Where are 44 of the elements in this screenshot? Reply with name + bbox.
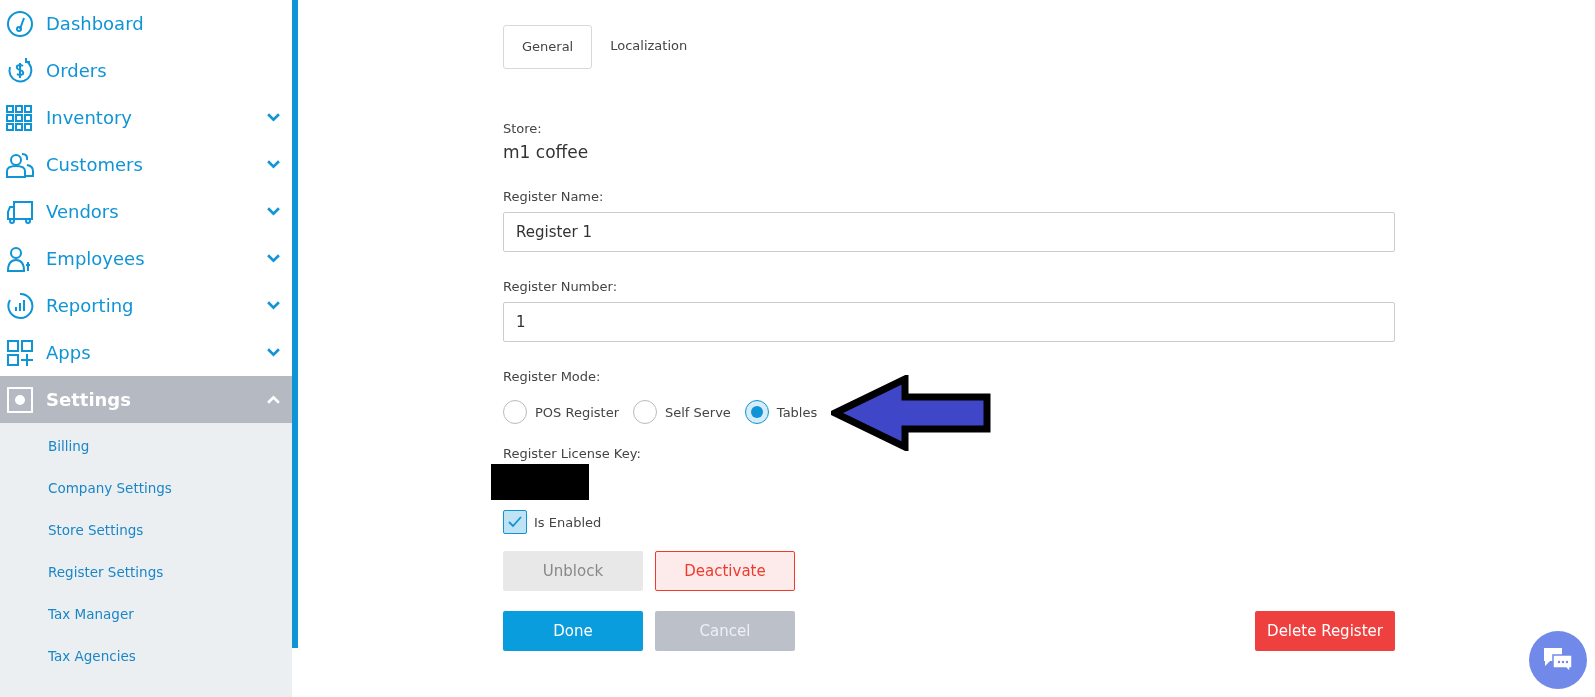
submenu-item[interactable]: Tax Agencies [0, 635, 292, 677]
gauge-icon [6, 9, 34, 38]
field-label: Register Mode: [503, 369, 602, 384]
field-label: Register Name: [503, 189, 605, 204]
submenu-item[interactable]: Register Settings [0, 551, 292, 593]
dollar-refresh-icon [6, 56, 34, 85]
input-field[interactable]: 1 [503, 302, 1395, 342]
field-label: Register Number: [503, 279, 619, 294]
tab[interactable]: Localization [592, 25, 706, 67]
submenu-item[interactable]: Company Settings [0, 467, 292, 509]
sidebar-item[interactable]: Apps [0, 329, 292, 376]
field-label: Register License Key: [503, 446, 642, 461]
input-field[interactable]: Register 1 [503, 212, 1395, 252]
submenu-item[interactable]: Billing [0, 425, 292, 467]
checkbox-label: Is Enabled [534, 514, 602, 530]
sidebar-item[interactable]: Orders [0, 47, 292, 94]
settings-icon [6, 385, 34, 414]
submenu-item[interactable]: Store Settings [0, 509, 292, 551]
radio-label: Tables [776, 404, 818, 420]
field-label: Store: [503, 121, 543, 136]
action-button[interactable]: Unblock [503, 551, 643, 591]
radio-label: POS Register [535, 404, 619, 420]
sidebar-item[interactable]: Reporting [0, 282, 292, 329]
chart-circle-icon [6, 291, 34, 320]
apps-add-icon [6, 338, 34, 367]
radio-label: Self Serve [665, 404, 731, 420]
sidebar-item[interactable]: Customers [0, 141, 292, 188]
sidebar-item[interactable]: Inventory [0, 94, 292, 141]
form-button[interactable]: Done [503, 611, 643, 651]
tab[interactable]: General [503, 25, 593, 69]
sidebar-item[interactable]: Employees [0, 235, 292, 282]
radio-button[interactable] [744, 400, 769, 424]
chat-button[interactable] [1529, 631, 1587, 689]
sidebar-item[interactable]: Settings [0, 376, 292, 423]
grid-icon [6, 103, 34, 132]
check-icon [508, 516, 522, 528]
users-icon [6, 150, 34, 179]
checkbox[interactable] [503, 510, 527, 534]
form-button[interactable]: Delete Register [1255, 611, 1395, 651]
submenu-item[interactable]: Tax Manager [0, 593, 292, 635]
sidebar-item[interactable]: Vendors [0, 188, 292, 235]
action-button[interactable]: Deactivate [655, 551, 795, 591]
sidebar-item[interactable]: Dashboard [0, 0, 292, 47]
store-name: m1 coffee [503, 142, 590, 162]
